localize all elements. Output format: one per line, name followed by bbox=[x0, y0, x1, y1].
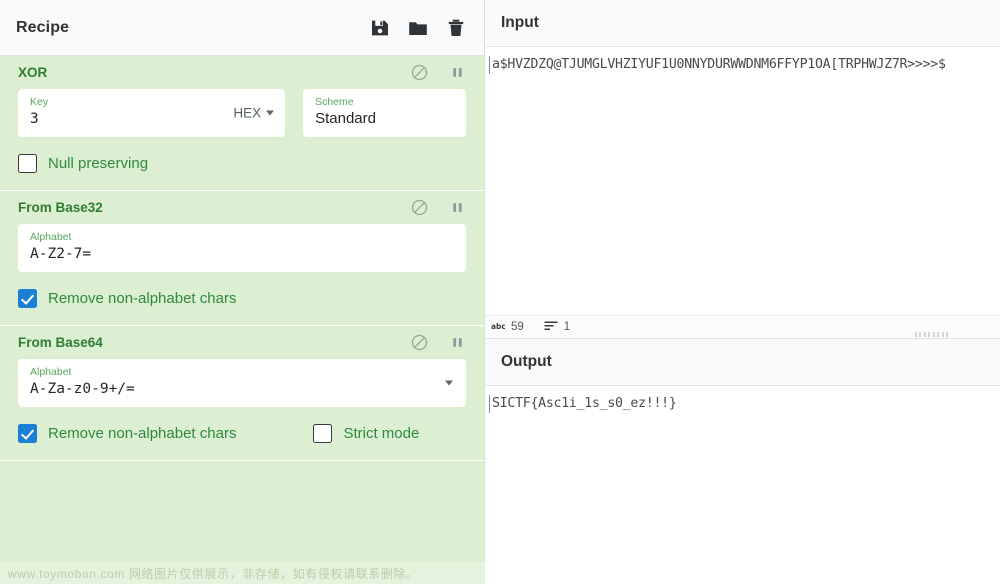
field-value: A-Z2-7= bbox=[30, 246, 92, 262]
operation-xor[interactable]: XOR Key 3 HEX Scheme Standard Null prese… bbox=[0, 56, 484, 191]
operation-title: From Base32 bbox=[18, 200, 103, 215]
output-textarea[interactable]: SICTF{Asc1i_1s_s0_ez!!!} bbox=[485, 386, 1000, 584]
save-recipe-icon[interactable] bbox=[370, 18, 390, 38]
input-titlebar: Input bbox=[485, 0, 1000, 47]
null-preserving-checkbox[interactable]: Null preserving bbox=[18, 154, 148, 173]
pause-operation-icon[interactable] bbox=[449, 199, 466, 216]
operation-body: Alphabet A-Za-z0-9+/= Remove non-alphabe… bbox=[0, 359, 484, 460]
panel-resize-grip[interactable] bbox=[914, 332, 948, 337]
input-title: Input bbox=[501, 14, 539, 31]
operation-controls bbox=[411, 64, 466, 81]
svg-text:abc: abc bbox=[491, 322, 505, 331]
base64-strict-mode-checkbox[interactable]: Strict mode bbox=[313, 424, 419, 443]
operation-from-base32[interactable]: From Base32 Alphabet A-Z2-7= Remove non-… bbox=[0, 191, 484, 326]
operation-body: Alphabet A-Z2-7= Remove non-alphabet cha… bbox=[0, 224, 484, 325]
output-text: SICTF{Asc1i_1s_s0_ez!!!} bbox=[489, 395, 677, 413]
checkbox-box[interactable] bbox=[18, 424, 37, 443]
base32-alphabet-field[interactable]: Alphabet A-Z2-7= bbox=[18, 224, 466, 272]
pause-operation-icon[interactable] bbox=[449, 334, 466, 351]
pause-operation-icon[interactable] bbox=[449, 64, 466, 81]
base64-remove-non-alphabet-checkbox[interactable]: Remove non-alphabet chars bbox=[18, 424, 236, 443]
operation-header: From Base32 bbox=[0, 191, 484, 224]
disable-operation-icon[interactable] bbox=[411, 64, 428, 81]
cyberchef-app: Recipe XOR Key 3 HEX Scheme Standard Nul… bbox=[0, 0, 1000, 584]
disable-operation-icon[interactable] bbox=[411, 199, 428, 216]
checkbox-label: Null preserving bbox=[48, 155, 149, 172]
field-label: Alphabet bbox=[30, 366, 72, 378]
operation-title: XOR bbox=[18, 65, 48, 80]
lines-count-icon bbox=[544, 318, 558, 336]
character-count-value: 59 bbox=[511, 321, 524, 333]
base32-remove-non-alphabet-checkbox[interactable]: Remove non-alphabet chars bbox=[18, 289, 236, 308]
checkbox-label: Remove non-alphabet chars bbox=[48, 290, 237, 307]
xor-scheme-field[interactable]: Scheme Standard bbox=[303, 89, 466, 137]
field-label: Scheme bbox=[315, 96, 354, 108]
recipe-panel: Recipe XOR Key 3 HEX Scheme Standard Nul… bbox=[0, 0, 485, 584]
checkbox-row: Remove non-alphabet chars bbox=[18, 289, 466, 308]
checkbox-row: Null preserving bbox=[18, 154, 466, 173]
xor-key-field[interactable]: Key 3 HEX bbox=[18, 89, 286, 137]
checkbox-label: Remove non-alphabet chars bbox=[48, 425, 237, 442]
recipe-operation-list: XOR Key 3 HEX Scheme Standard Null prese… bbox=[0, 56, 484, 584]
recipe-toolbar bbox=[370, 18, 466, 38]
field-row: Key 3 HEX Scheme Standard bbox=[18, 89, 466, 137]
disable-operation-icon[interactable] bbox=[411, 334, 428, 351]
field-value: Standard bbox=[315, 110, 376, 127]
operation-title: From Base64 bbox=[18, 335, 103, 350]
operation-from-base64[interactable]: From Base64 Alphabet A-Za-z0-9+/= Remove… bbox=[0, 326, 484, 461]
recipe-titlebar: Recipe bbox=[0, 0, 484, 56]
checkbox-box[interactable] bbox=[18, 154, 37, 173]
xor-key-format-dropdown[interactable]: HEX bbox=[233, 105, 275, 121]
character-count: abc 59 bbox=[491, 318, 524, 336]
checkbox-label: Strict mode bbox=[343, 425, 420, 442]
xor-key-format-label: HEX bbox=[233, 105, 262, 121]
operation-controls bbox=[411, 334, 466, 351]
field-value: A-Za-z0-9+/= bbox=[30, 381, 135, 397]
watermark-text: www.toymoban.com 网络图片仅供展示，非存储，如有侵权请联系删除。 bbox=[8, 566, 419, 581]
field-row: Alphabet A-Z2-7= bbox=[18, 224, 466, 272]
chevron-down-icon bbox=[266, 110, 275, 116]
line-count: 1 bbox=[544, 318, 570, 336]
checkbox-box[interactable] bbox=[313, 424, 333, 443]
input-statusbar: abc 59 1 bbox=[485, 315, 1000, 339]
input-text: a$HVZDZQ@TJUMGLVHZIYUF1U0NNYDURWWDNM6FFY… bbox=[489, 56, 946, 74]
base64-alphabet-field[interactable]: Alphabet A-Za-z0-9+/= bbox=[18, 359, 466, 407]
watermark-banner: www.toymoban.com 网络图片仅供展示，非存储，如有侵权请联系删除。 bbox=[0, 562, 485, 584]
checkbox-box[interactable] bbox=[18, 289, 37, 308]
io-panel: Input a$HVZDZQ@TJUMGLVHZIYUF1U0NNYDURWWD… bbox=[485, 0, 1000, 584]
base64-alphabet-dropdown[interactable] bbox=[445, 380, 453, 386]
operation-header: XOR bbox=[0, 56, 484, 89]
checkbox-row: Remove non-alphabet chars Strict mode bbox=[18, 424, 466, 443]
operation-body: Key 3 HEX Scheme Standard Null preservin… bbox=[0, 89, 484, 190]
recipe-title: Recipe bbox=[16, 18, 70, 36]
chevron-down-icon bbox=[445, 380, 453, 386]
output-titlebar: Output bbox=[485, 339, 1000, 386]
load-recipe-icon[interactable] bbox=[408, 18, 428, 38]
operation-header: From Base64 bbox=[0, 326, 484, 359]
operation-controls bbox=[411, 199, 466, 216]
clear-recipe-icon[interactable] bbox=[446, 18, 466, 38]
abc-characters-icon: abc bbox=[491, 318, 506, 336]
field-row: Alphabet A-Za-z0-9+/= bbox=[18, 359, 466, 407]
output-title: Output bbox=[501, 353, 552, 370]
line-count-value: 1 bbox=[563, 321, 571, 333]
field-label: Alphabet bbox=[30, 231, 72, 243]
input-textarea[interactable]: a$HVZDZQ@TJUMGLVHZIYUF1U0NNYDURWWDNM6FFY… bbox=[485, 47, 1000, 315]
